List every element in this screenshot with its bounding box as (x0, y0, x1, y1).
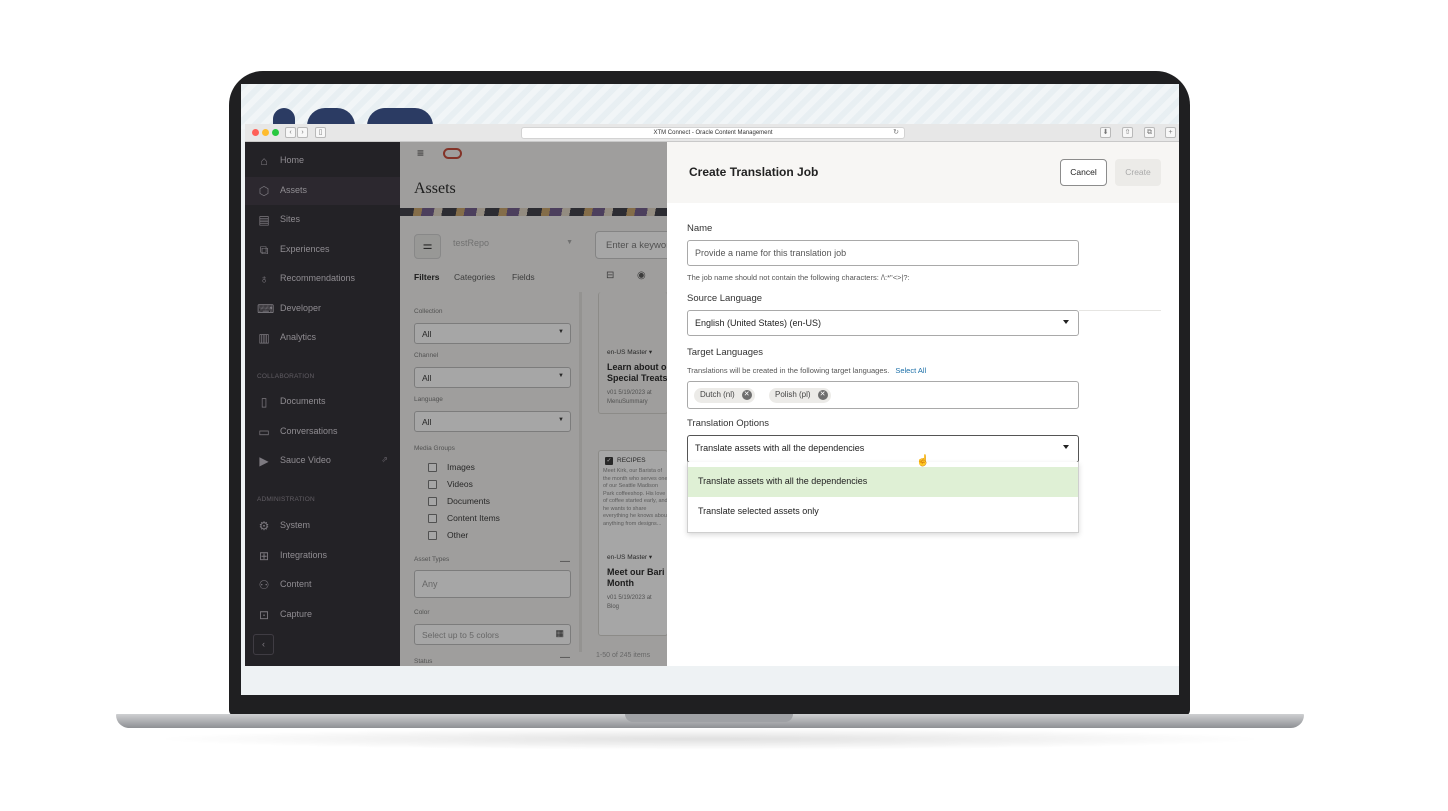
target-helper-text: Translations will be created in the foll… (687, 366, 927, 375)
translation-options-label: Translation Options (687, 418, 770, 429)
caret-down-icon (1063, 320, 1069, 324)
language-chip-polish: Polish (pl) ✕ (769, 388, 831, 403)
remove-chip-icon[interactable]: ✕ (741, 390, 752, 400)
option-translate-with-dependencies[interactable]: Translate assets with all the dependenci… (688, 467, 1078, 497)
panel-header: Create Translation Job Cancel Create (667, 142, 1179, 203)
divider (1079, 310, 1161, 311)
target-languages-label: Target Languages (687, 347, 764, 358)
modal-backdrop[interactable] (245, 142, 667, 666)
name-label: Name (687, 223, 713, 234)
translation-options-dropdown: Translate assets with all the dependenci… (687, 462, 1079, 533)
browser-toolbar: ‹ › ▯ XTM Connect - Oracle Content Manag… (245, 124, 1179, 142)
address-bar[interactable]: XTM Connect - Oracle Content Management … (521, 127, 905, 139)
mouse-cursor-icon: ☝ (916, 455, 930, 467)
forward-button[interactable]: › (297, 127, 308, 138)
create-translation-job-panel: Create Translation Job Cancel Create Nam… (667, 142, 1179, 666)
create-button[interactable]: Create (1115, 159, 1161, 186)
sidebar-toggle-icon[interactable]: ▯ (315, 127, 326, 138)
reload-icon[interactable]: ↻ (893, 128, 899, 138)
option-translate-selected-only[interactable]: Translate selected assets only (688, 497, 1078, 527)
laptop-shadow (150, 728, 1270, 750)
select-all-link[interactable]: Select All (895, 366, 926, 375)
cancel-button[interactable]: Cancel (1060, 159, 1107, 186)
download-icon[interactable]: ⬇ (1100, 127, 1111, 138)
screen-background (241, 666, 1179, 695)
name-helper-text: The job name should not contain the foll… (687, 273, 910, 282)
laptop-screen: ‹ › ▯ XTM Connect - Oracle Content Manag… (241, 84, 1179, 695)
caret-down-icon (1063, 445, 1069, 449)
laptop-notch (625, 714, 793, 722)
new-tab-icon[interactable]: + (1165, 127, 1176, 138)
source-language-select[interactable]: English (United States) (en-US) (687, 310, 1079, 336)
oracle-content-management-app: ≡ Assets ⚌ testRepo ▼ Enter a keyword Fi… (245, 142, 1179, 666)
panel-title: Create Translation Job (689, 165, 819, 179)
page-title: XTM Connect - Oracle Content Management (653, 130, 773, 136)
source-language-label: Source Language (687, 293, 763, 304)
job-name-input[interactable]: Provide a name for this translation job (687, 240, 1079, 266)
target-languages-input[interactable]: Dutch (nl) ✕ Polish (pl) ✕ (687, 381, 1079, 409)
minimize-window-button[interactable] (262, 129, 269, 136)
tabs-icon[interactable]: ⧉ (1144, 127, 1155, 138)
zoom-window-button[interactable] (272, 129, 279, 136)
remove-chip-icon[interactable]: ✕ (817, 390, 828, 400)
translation-options-select[interactable]: Translate assets with all the dependenci… (687, 435, 1079, 463)
share-icon[interactable]: ⇧ (1122, 127, 1133, 138)
back-button[interactable]: ‹ (285, 127, 296, 138)
language-chip-dutch: Dutch (nl) ✕ (694, 388, 755, 403)
close-window-button[interactable] (252, 129, 259, 136)
